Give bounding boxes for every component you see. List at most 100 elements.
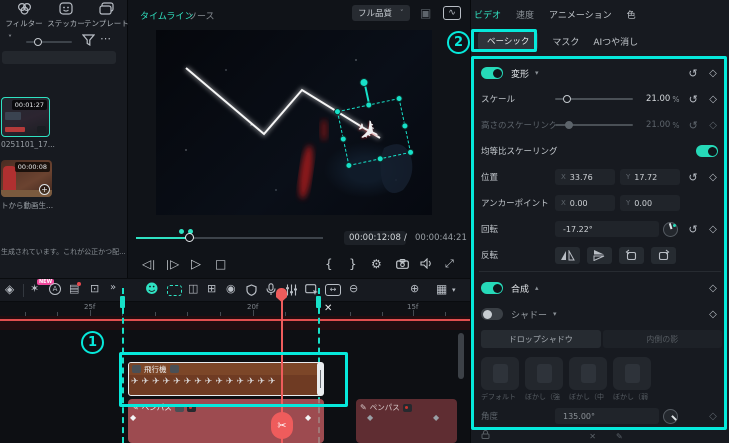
shadow-tab-drop[interactable]: ドロップシャドウ — [481, 330, 601, 348]
timeline-clip-canvas-1[interactable]: ✎ ペンパス — [128, 399, 324, 443]
position-keyframe-button[interactable]: ◇ — [704, 172, 722, 183]
shadow-preset-blur-medium[interactable] — [569, 356, 607, 390]
mic-icon[interactable] — [266, 283, 276, 299]
position-x-input[interactable]: X 33.76 — [555, 169, 615, 185]
selection-handle-nw[interactable] — [333, 107, 342, 116]
search-input[interactable] — [2, 51, 116, 64]
snapshot-button[interactable] — [396, 259, 409, 272]
shadow-preset-blur-strong[interactable] — [525, 356, 563, 390]
track-manager-caret[interactable]: ▾ — [452, 287, 456, 294]
shadow-preset-blur-weak[interactable] — [613, 356, 651, 390]
transform-toggle[interactable] — [481, 67, 503, 79]
speech-to-text-button[interactable]: ▤ — [69, 282, 82, 294]
ai-assistant-button[interactable]: ☻ — [145, 282, 159, 297]
play-button[interactable]: ▷ — [191, 257, 201, 272]
transform-caret-icon[interactable]: ▾ — [535, 69, 539, 77]
tab-timeline[interactable]: タイムライン — [140, 9, 193, 22]
seek-handle[interactable] — [185, 233, 194, 242]
tab-speed[interactable]: 速度 — [516, 8, 534, 21]
scope-icon[interactable]: ∿ — [443, 6, 461, 20]
shadow-tab-inner[interactable]: 内側の影 — [602, 330, 722, 348]
keyframe-tools-icon[interactable]: ◈ — [5, 283, 14, 295]
marquee-select-button[interactable] — [167, 285, 182, 296]
shadow-preset-default[interactable] — [481, 356, 519, 390]
zoom-in-button[interactable]: ⊕ — [410, 283, 419, 294]
compositing-toggle[interactable] — [481, 282, 503, 294]
tab-color[interactable]: 色 — [627, 8, 636, 21]
filter-funnel-icon[interactable] — [81, 34, 96, 49]
lock-icon[interactable] — [481, 430, 490, 442]
timeline-clip-airplane[interactable]: 飛行機 ✈✈✈✈✈✈✈✈✈✈✈✈✈✈ — [128, 362, 322, 396]
multiview-icon[interactable]: ▣ — [420, 7, 431, 19]
rotation-reset-button[interactable]: ↺ — [682, 223, 704, 236]
uniform-scale-toggle[interactable] — [696, 145, 718, 157]
timeline-ruler[interactable]: 25f 20f 15f — [0, 302, 470, 316]
zoom-out-button[interactable]: ⊖ — [349, 283, 358, 294]
rotation-input[interactable]: -17.22° — [555, 221, 659, 237]
filter-tool[interactable]: フィルター — [2, 2, 46, 29]
more-options[interactable]: ⋯ — [100, 33, 111, 44]
rotate-ccw-button[interactable] — [619, 246, 644, 264]
scale-reset-button[interactable]: ↺ — [682, 93, 704, 106]
quality-dropdown[interactable]: フル品質 ˅ — [352, 5, 410, 21]
close-selection-button[interactable]: ✕ — [324, 303, 332, 314]
scale-value[interactable]: 21.00 — [641, 94, 670, 104]
rotate-cw-button[interactable] — [651, 246, 676, 264]
add-to-timeline-button[interactable]: + — [39, 184, 50, 195]
subtab-basic[interactable]: ベーシック — [478, 32, 539, 50]
playback-settings-button[interactable]: ⚙ — [371, 257, 382, 271]
template-tool[interactable]: テンプレート — [84, 2, 129, 29]
edit-pen-icon[interactable]: ✎ — [616, 432, 623, 441]
sort-dropdown[interactable]: ˅ — [8, 35, 12, 43]
anchor-x-input[interactable]: X 0.00 — [555, 195, 615, 211]
track-manager-icon[interactable]: ▦ — [436, 283, 447, 295]
transition-icon[interactable]: ↔ — [325, 284, 341, 296]
thumbnail-size-handle[interactable] — [34, 38, 42, 46]
prev-frame-button[interactable]: ◁∣ — [142, 257, 156, 271]
scale-keyframe-button[interactable]: ◇ — [704, 94, 722, 105]
audio-denoise-icon[interactable]: A — [49, 283, 61, 295]
shadow-toggle[interactable] — [481, 308, 503, 320]
compositing-keyframe-button[interactable]: ◇ — [704, 283, 722, 294]
shadow-caret-icon[interactable]: ▾ — [553, 310, 557, 318]
next-frame-button[interactable]: ∣▷ — [165, 257, 179, 271]
position-y-input[interactable]: Y 17.72 — [620, 169, 680, 185]
media-clip-2[interactable]: 00:00:08 + — [1, 160, 52, 197]
subtab-mask[interactable]: マスク — [552, 35, 579, 48]
shield-icon[interactable] — [246, 284, 257, 299]
split-clip-button[interactable]: ✂ — [271, 412, 293, 439]
ai-wand-button[interactable]: ✶ NEW — [30, 279, 55, 294]
stop-button[interactable]: □ — [215, 257, 226, 271]
selection-handle-n[interactable] — [364, 100, 373, 110]
flip-vertical-button[interactable] — [587, 246, 612, 264]
position-reset-button[interactable]: ↺ — [682, 171, 704, 184]
scale-slider-handle[interactable] — [563, 94, 571, 103]
keyframe-diamond-4[interactable]: ◆ — [433, 413, 439, 422]
keyframe-diamond-2[interactable]: ◆ — [305, 413, 311, 422]
clip-trim-handle[interactable] — [317, 362, 324, 396]
transform-keyframe-button[interactable]: ◇ — [704, 68, 722, 79]
seek-marker-1[interactable] — [179, 229, 184, 234]
thumbnail-size-slider[interactable] — [26, 41, 72, 43]
anchor-y-input[interactable]: Y 0.00 — [620, 195, 680, 211]
frame-export-icon[interactable]: ◫ — [188, 283, 198, 294]
volume-button[interactable] — [420, 257, 433, 272]
sticker-tool[interactable]: ステッカー — [44, 2, 88, 29]
rotation-dial[interactable] — [663, 221, 678, 237]
mark-out-button[interactable]: } — [349, 257, 357, 271]
delete-icon[interactable]: ✕ — [589, 432, 596, 441]
keyframe-diamond-1[interactable]: ◆ — [130, 413, 136, 422]
subtab-ai-matte[interactable]: AIつや消し — [593, 35, 638, 48]
selection-handle-w[interactable] — [339, 134, 348, 143]
keyframe-diamond-3[interactable]: ◆ — [367, 413, 373, 422]
compositing-caret-icon[interactable]: ▴ — [535, 284, 539, 292]
fullscreen-button[interactable]: ⤢ — [445, 257, 454, 271]
tab-video[interactable]: ビデオ — [474, 8, 501, 21]
more-tools-chevron[interactable]: » — [110, 283, 116, 293]
selection-guide-right-cap[interactable] — [316, 296, 321, 308]
tab-animation[interactable]: アニメーション — [549, 8, 612, 21]
rotation-keyframe-button[interactable]: ◇ — [704, 224, 722, 235]
transform-reset-button[interactable]: ↺ — [682, 67, 704, 80]
add-clip-icon[interactable]: ⊞ — [207, 283, 216, 294]
airplane-object[interactable]: ✈ — [351, 113, 385, 151]
